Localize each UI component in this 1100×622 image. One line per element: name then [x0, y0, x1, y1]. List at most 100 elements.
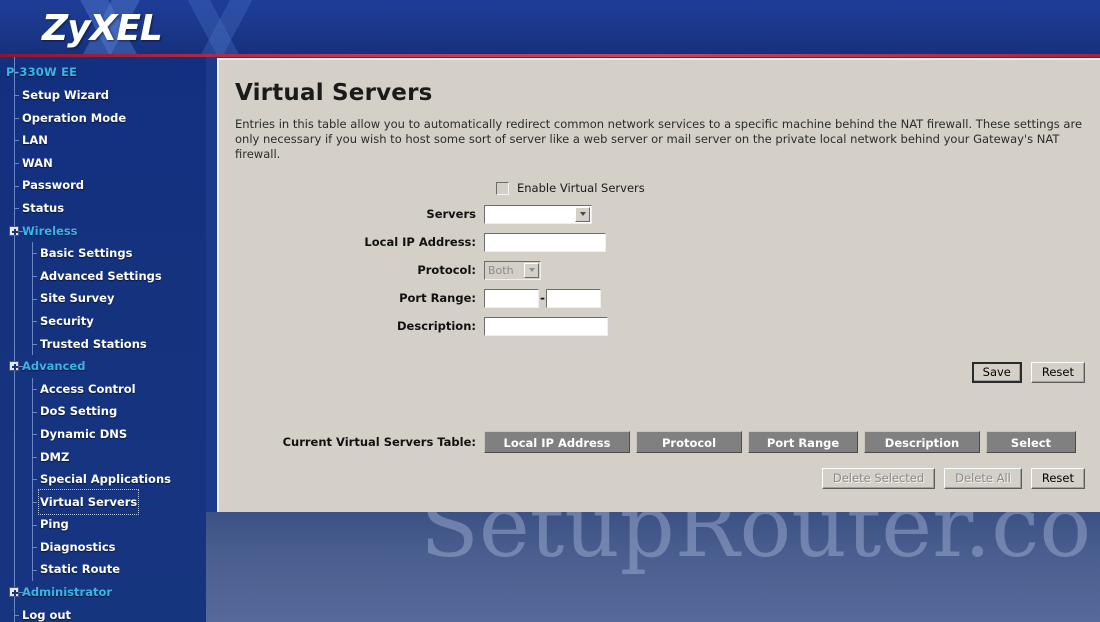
expand-collapse-icon[interactable]: [9, 587, 19, 598]
sidebar-item-trusted-stations[interactable]: Trusted Stations: [0, 332, 206, 356]
local-ip-input[interactable]: [484, 232, 606, 252]
sidebar-item-dos-setting[interactable]: DoS Setting: [0, 400, 206, 423]
delete-selected-button[interactable]: Delete Selected: [821, 468, 936, 489]
port-range-separator: -: [540, 291, 545, 305]
sidebar-item-label: Static Route: [40, 562, 121, 577]
table-header-port-range: Port Range: [748, 431, 858, 453]
sidebar-item-special-applications[interactable]: Special Applications: [0, 468, 206, 491]
sidebar-item-security[interactable]: Security: [0, 309, 206, 333]
top-banner: ZyXEL: [0, 0, 1100, 54]
sidebar-item-label: LAN: [22, 133, 48, 148]
sidebar-item-basic-settings[interactable]: Basic Settings: [0, 242, 206, 265]
sidebar-item-wan[interactable]: WAN: [0, 151, 206, 175]
page-title: Virtual Servers: [235, 80, 433, 106]
page-description: Entries in this table allow you to autom…: [235, 117, 1083, 161]
sidebar-item-wireless[interactable]: Wireless: [0, 219, 206, 243]
enable-virtual-servers-label: Enable Virtual Servers: [517, 181, 645, 195]
port-range-end-input[interactable]: [545, 288, 601, 308]
virtual-servers-form: Enable Virtual Servers Servers Local IP …: [219, 176, 1100, 340]
sidebar-item-setup-wizard[interactable]: Setup Wizard: [0, 84, 206, 107]
sidebar-item-operation-mode[interactable]: Operation Mode: [0, 106, 206, 130]
form-button-row: Save Reset: [219, 362, 1085, 383]
port-range-start-input[interactable]: [484, 288, 539, 308]
sidebar-item-label: DMZ: [40, 449, 70, 464]
sidebar-item-label: Setup Wizard: [22, 88, 109, 102]
expand-collapse-icon[interactable]: [9, 361, 19, 372]
sidebar-item-log-out[interactable]: Log out: [0, 603, 206, 622]
watermark-text: SetupRouter.co: [420, 512, 1092, 577]
current-virtual-servers-table: Current Virtual Servers Table: Local IP …: [219, 431, 1100, 453]
sidebar-item-label: Access Control: [40, 381, 136, 396]
servers-select[interactable]: [484, 204, 592, 224]
port-range-label: Port Range:: [399, 291, 476, 305]
content-panel: Virtual Servers Entries in this table al…: [217, 58, 1100, 512]
sidebar-item-label: Security: [40, 313, 94, 328]
table-header-protocol: Protocol: [636, 431, 742, 453]
table-label: Current Virtual Servers Table:: [282, 435, 476, 449]
sidebar-item-label: Diagnostics: [40, 539, 116, 554]
sidebar-item-diagnostics[interactable]: Diagnostics: [0, 535, 206, 559]
description-input[interactable]: [484, 316, 608, 336]
sidebar-item-label: Advanced Settings: [40, 268, 162, 283]
protocol-label: Protocol:: [417, 263, 476, 277]
table-button-row: Delete Selected Delete All Reset: [219, 468, 1085, 489]
protocol-row: Protocol: Both: [219, 256, 1100, 284]
protocol-select-value: Both: [488, 263, 514, 277]
sidebar-item-static-route[interactable]: Static Route: [0, 558, 206, 581]
sidebar-item-dynamic-dns[interactable]: Dynamic DNS: [0, 422, 206, 446]
sidebar-item-label: Virtual Servers: [37, 488, 140, 516]
table-header-row: Local IP Address Protocol Port Range Descri…: [484, 431, 1076, 453]
save-button[interactable]: Save: [971, 362, 1022, 383]
sidebar-item-site-survey[interactable]: Site Survey: [0, 287, 206, 310]
chevron-down-icon[interactable]: [575, 206, 590, 222]
sidebar-item-label: Site Survey: [40, 291, 115, 306]
router-admin-page: ZyXEL P-330W EE Setup Wizard Operation Mo…: [0, 0, 1100, 622]
sidebar-item-label: Administrator: [22, 585, 113, 600]
port-range-row: Port Range: -: [219, 284, 1100, 312]
sidebar-item-password[interactable]: Password: [0, 174, 206, 197]
local-ip-row: Local IP Address:: [219, 228, 1100, 256]
servers-row: Servers: [219, 200, 1100, 228]
sidebar-item-label: Special Applications: [40, 472, 171, 487]
expand-collapse-icon[interactable]: [9, 225, 19, 236]
sidebar-item-label: Wireless: [22, 223, 78, 238]
enable-virtual-servers-row: Enable Virtual Servers: [219, 176, 1100, 200]
sidebar-item-label: Basic Settings: [40, 246, 133, 261]
description-label: Description:: [397, 319, 476, 333]
sidebar-item-label: Password: [22, 178, 84, 193]
reset-table-button[interactable]: Reset: [1030, 468, 1085, 489]
sidebar-item-label: Advanced: [22, 359, 86, 374]
sidebar-item-status[interactable]: Status: [0, 196, 206, 220]
enable-virtual-servers-checkbox[interactable]: [496, 181, 509, 195]
sidebar-item-label: WAN: [22, 155, 53, 170]
sidebar-item-advanced-settings[interactable]: Advanced Settings: [0, 264, 206, 288]
servers-label: Servers: [426, 207, 476, 221]
sidebar-item-label: Ping: [40, 517, 69, 532]
sidebar-item-dmz[interactable]: DMZ: [0, 445, 206, 469]
sidebar-item-ping[interactable]: Ping: [0, 513, 206, 536]
reset-form-button[interactable]: Reset: [1030, 362, 1085, 383]
sidebar-model-name: P-330W EE: [6, 65, 78, 79]
sidebar-item-label: Operation Mode: [22, 110, 127, 125]
sidebar-item-virtual-servers[interactable]: Virtual Servers: [0, 488, 206, 516]
sidebar-item-lan[interactable]: LAN: [0, 129, 206, 152]
sidebar-item-administrator[interactable]: Administrator: [0, 581, 206, 604]
sidebar-item-label: Dynamic DNS: [40, 426, 128, 441]
zyxel-logo: ZyXEL: [42, 8, 163, 49]
sidebar-item-label: Trusted Stations: [40, 336, 147, 351]
sidebar-nav: P-330W EE Setup Wizard Operation Mode LAN W…: [0, 57, 206, 622]
local-ip-label: Local IP Address:: [364, 235, 476, 249]
description-row: Description:: [219, 312, 1100, 340]
table-header-local-ip-address: Local IP Address: [484, 431, 630, 453]
table-header-select: Select: [986, 431, 1076, 453]
table-header-description: Description: [864, 431, 980, 453]
chevron-down-icon[interactable]: [524, 262, 539, 278]
sidebar-item-label: Log out: [22, 607, 72, 622]
page-footer-area: SetupRouter.co: [206, 512, 1100, 622]
sidebar-item-label: DoS Setting: [40, 404, 118, 419]
sidebar-item-access-control[interactable]: Access Control: [0, 377, 206, 401]
sidebar-item-advanced[interactable]: Advanced: [0, 355, 206, 378]
delete-all-button[interactable]: Delete All: [944, 468, 1022, 489]
protocol-select[interactable]: Both: [484, 260, 541, 280]
sidebar-item-label: Status: [22, 200, 65, 215]
